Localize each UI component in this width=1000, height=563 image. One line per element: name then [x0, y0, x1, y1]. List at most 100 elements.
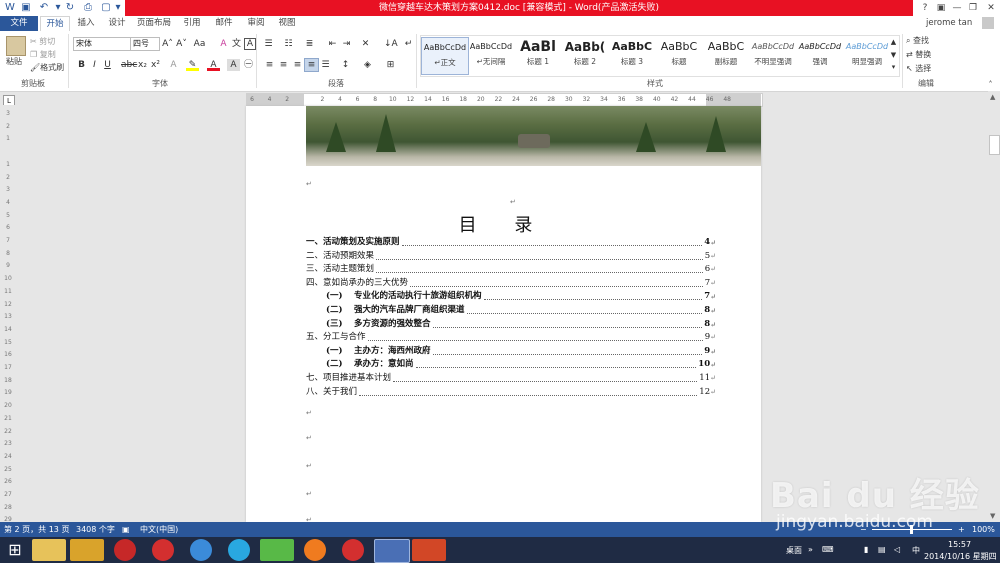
- word-count[interactable]: 3408 个字: [76, 522, 115, 537]
- sort-icon[interactable]: ↓A: [384, 38, 398, 50]
- style-heading-2[interactable]: AaBb( 标题 2: [562, 37, 608, 73]
- minimize-icon[interactable]: —: [950, 2, 964, 14]
- tray-expand-icon[interactable]: »: [808, 545, 813, 554]
- font-name-select[interactable]: 宋体: [73, 37, 131, 51]
- styles-scroll-down-icon[interactable]: ▼: [889, 49, 898, 61]
- close-icon[interactable]: ✕: [984, 2, 998, 14]
- toc-entry[interactable]: (二) 承办方：意如尚 10 ↵: [326, 358, 716, 371]
- toc-entry[interactable]: (一) 主办方：海西州政府 9 ↵: [326, 345, 716, 358]
- toc-entry[interactable]: (二) 强大的汽车品牌厂商组织渠道 8 ↵: [326, 304, 716, 317]
- tab-insert[interactable]: 插入: [72, 16, 100, 31]
- distributed-icon[interactable]: ☰: [319, 59, 332, 71]
- user-name[interactable]: jerome tan: [926, 18, 972, 28]
- select-button[interactable]: ↖ 选择: [906, 63, 931, 74]
- battery-icon[interactable]: ▮: [864, 545, 868, 554]
- vertical-scrollbar[interactable]: [988, 91, 1000, 522]
- tab-review[interactable]: 审阅: [242, 16, 270, 31]
- align-right-icon[interactable]: ≡: [291, 59, 304, 71]
- zoom-in-icon[interactable]: +: [958, 522, 965, 537]
- style-normal[interactable]: AaBbCcDd ↵正文: [421, 37, 469, 75]
- scroll-up-icon[interactable]: ▲: [990, 93, 995, 101]
- tab-view[interactable]: 视图: [273, 16, 301, 31]
- redo-icon[interactable]: ↻: [64, 2, 76, 14]
- font-color-icon[interactable]: A: [207, 59, 220, 71]
- increase-indent-icon[interactable]: ⇥: [340, 38, 353, 50]
- phonetic-guide-icon[interactable]: 文: [230, 38, 243, 50]
- tab-references[interactable]: 引用: [178, 16, 206, 31]
- paste-icon[interactable]: [6, 36, 26, 56]
- bold-icon[interactable]: B: [75, 59, 88, 71]
- format-painter-button[interactable]: 🖌格式刷: [30, 62, 64, 73]
- character-shading-icon[interactable]: A: [227, 59, 240, 71]
- scroll-down-icon[interactable]: ▼: [990, 512, 995, 520]
- media-app-icon[interactable]: [304, 539, 326, 561]
- toc-entry[interactable]: 五、分工与合作 9 ↵: [306, 331, 716, 344]
- enclose-character-icon[interactable]: ㊀: [242, 59, 255, 71]
- browser-app-icon[interactable]: [152, 539, 174, 561]
- document-page[interactable]: ↵ ↵ 目 录 ↵ ↵ ↵ ↵ ↵ 一、活动策划及实施原则 4 ↵ 二、活动预期效果 5…: [246, 106, 761, 522]
- volume-icon[interactable]: ◁: [894, 545, 900, 554]
- styles-scroll-up-icon[interactable]: ▲: [889, 36, 898, 48]
- align-left-icon[interactable]: ≡: [263, 59, 276, 71]
- grow-font-icon[interactable]: A˄: [161, 38, 174, 50]
- powerpoint-taskbar-icon[interactable]: [412, 539, 446, 561]
- style-no-spacing[interactable]: AaBbCcDd ↵无间隔: [468, 37, 514, 73]
- line-spacing-icon[interactable]: ↕: [339, 59, 352, 71]
- ime-indicator[interactable]: 中: [912, 545, 920, 556]
- clock-time[interactable]: 15:57: [948, 540, 971, 549]
- undo-icon[interactable]: ↶: [38, 2, 50, 14]
- toc-entry[interactable]: 八、关于我们 12 ↵: [306, 386, 716, 399]
- clock-date[interactable]: 2014/10/16 星期四: [924, 551, 997, 562]
- file-explorer-icon[interactable]: [32, 539, 66, 561]
- desktop-label[interactable]: 桌面: [786, 545, 802, 556]
- video-app-icon[interactable]: [260, 539, 294, 561]
- cloud-app-icon[interactable]: [228, 539, 250, 561]
- style-subtle-emphasis[interactable]: AaBbCcDd 不明显强调: [750, 37, 796, 73]
- tab-design[interactable]: 设计: [103, 16, 131, 31]
- toc-entry[interactable]: 七、项目推进基本计划 11 ↵: [306, 372, 716, 385]
- network-icon[interactable]: ▤: [878, 545, 886, 554]
- tab-file[interactable]: 文件: [0, 16, 38, 31]
- style-title[interactable]: AaBbC 标题: [656, 37, 702, 73]
- dropdown-arrow-icon[interactable]: ▾: [52, 2, 64, 14]
- scrollbar-thumb[interactable]: [989, 135, 1000, 155]
- shrink-font-icon[interactable]: A˅: [175, 38, 188, 50]
- strikethrough-icon[interactable]: abc: [121, 59, 137, 71]
- style-heading-1[interactable]: AaBl 标题 1: [515, 37, 561, 73]
- music-app-icon[interactable]: [114, 539, 136, 561]
- shading-icon[interactable]: ◈: [361, 59, 374, 71]
- style-emphasis[interactable]: AaBbCcDd 强调: [797, 37, 843, 73]
- justify-icon[interactable]: ≡: [304, 58, 319, 72]
- styles-more-icon[interactable]: ▾: [889, 61, 898, 73]
- customize-toolbar-icon[interactable]: ▾: [112, 2, 124, 14]
- ribbon-display-icon[interactable]: ▣: [934, 2, 948, 14]
- toc-entry[interactable]: (三) 多方资源的强效整合 8 ↵: [326, 318, 716, 331]
- decrease-indent-icon[interactable]: ⇤: [326, 38, 339, 50]
- borders-icon[interactable]: ⊞: [384, 59, 397, 71]
- tab-home[interactable]: 开始: [40, 16, 70, 31]
- subscript-icon[interactable]: x₂: [136, 59, 149, 71]
- toc-entry[interactable]: (一) 专业化的活动执行十旅游组织机构 7 ↵: [326, 290, 716, 303]
- underline-icon[interactable]: U: [101, 59, 114, 71]
- numbering-icon[interactable]: ☷: [282, 38, 295, 50]
- restore-icon[interactable]: ❐: [966, 2, 980, 14]
- align-center-icon[interactable]: ≡: [277, 59, 290, 71]
- style-subtitle[interactable]: AaBbC 副标题: [703, 37, 749, 73]
- word-logo-icon[interactable]: W: [4, 2, 16, 14]
- italic-icon[interactable]: I: [88, 59, 101, 71]
- paste-button[interactable]: 粘贴: [6, 56, 22, 67]
- page-count[interactable]: 第 2 页，共 13 页: [4, 522, 69, 537]
- collapse-ribbon-icon[interactable]: ˄: [984, 79, 997, 91]
- toc-entry[interactable]: 一、活动策划及实施原则 4 ↵: [306, 236, 716, 249]
- cut-button[interactable]: ✂ 剪切: [30, 36, 55, 47]
- copy-button[interactable]: ❐ 复制: [30, 49, 56, 60]
- keyboard-icon[interactable]: ⌨: [822, 545, 834, 554]
- chinese-layout-icon[interactable]: ✕: [359, 38, 372, 50]
- language[interactable]: 中文(中国): [140, 522, 178, 537]
- preview-icon[interactable]: ▢: [100, 2, 112, 14]
- clear-format-icon[interactable]: A: [217, 38, 230, 50]
- toc-entry[interactable]: 二、活动预期效果 5 ↵: [306, 250, 716, 263]
- show-marks-icon[interactable]: ↵: [402, 38, 415, 50]
- network-app-icon[interactable]: [190, 539, 212, 561]
- find-button[interactable]: ⌕ 查找: [906, 35, 929, 46]
